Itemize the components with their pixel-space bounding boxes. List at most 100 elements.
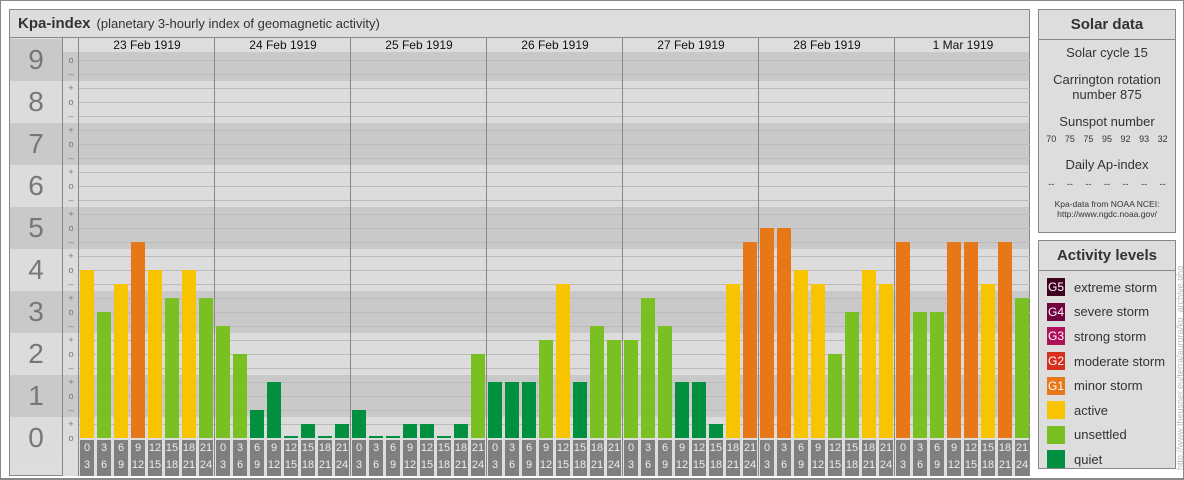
hour-label: 0 [627, 442, 635, 454]
hour-label: 6 [797, 442, 805, 454]
hour-label: 3 [916, 442, 924, 454]
y-tick-label: 3 [28, 296, 44, 327]
hour-interval-label: 69 [386, 440, 400, 476]
value: 92 [1120, 134, 1131, 144]
hour-label: 9 [406, 442, 414, 454]
value: -- [1066, 179, 1073, 189]
hour-label: 24 [199, 459, 213, 471]
hour-label: 3 [780, 442, 788, 454]
hour-label: 12 [692, 442, 706, 454]
source-link[interactable]: http://www.ngdc.noaa.gov/ [1039, 209, 1175, 219]
hour-label: 21 [335, 442, 349, 454]
third-mark: – [68, 111, 74, 121]
y-tick-label: 1 [28, 380, 44, 411]
hour-label: 21 [607, 442, 621, 454]
title-main: Kpa-index [18, 15, 91, 32]
gridline [78, 270, 1030, 271]
third-mark: – [68, 69, 74, 79]
ap-label: Daily Ap-index [1065, 157, 1149, 172]
kp-bar [573, 382, 587, 438]
hour-interval-label: 36 [505, 440, 519, 476]
day-divider [758, 38, 759, 476]
kp-bar [80, 270, 94, 438]
hour-interval-label: 18 21 [590, 440, 604, 476]
hour-interval-label: 69 [114, 440, 128, 476]
kp-bar [556, 283, 570, 438]
hour-label: 3 [899, 459, 907, 471]
hour-label: 9 [117, 459, 125, 471]
hour-label: 0 [355, 442, 363, 454]
hour-interval-label: 03 [488, 440, 502, 476]
hour-label: 12 [556, 442, 570, 454]
hour-label: 6 [644, 459, 652, 471]
hour-label: 6 [780, 459, 788, 471]
hour-interval-label: 12 15 [148, 440, 162, 476]
hour-label: 15 [284, 459, 298, 471]
kp-bar [930, 312, 944, 438]
kp-bar [301, 424, 315, 438]
legend-item-strong-storm: G3 strong storm [1039, 324, 1175, 349]
solar-data-panel: Solar data Solar cycle 15 Carrington rot… [1038, 9, 1176, 233]
legend-swatch: G1 [1047, 376, 1065, 395]
kp-bar [675, 382, 689, 438]
date-label: 23 Feb 1919 [113, 38, 181, 52]
hour-interval-label: 9 12 [267, 440, 281, 476]
hour-label: 15 [420, 459, 434, 471]
kp-bar [131, 241, 145, 438]
third-mark: o [68, 307, 74, 317]
hour-interval-label: 03 [760, 440, 774, 476]
third-mark: + [68, 167, 74, 177]
hour-interval-label: 21 24 [199, 440, 213, 476]
third-mark: – [68, 363, 74, 373]
hour-interval-label: 03 [624, 440, 638, 476]
hour-label: 21 [318, 459, 332, 471]
third-mark: o [68, 97, 74, 107]
y-tick-label: 0 [28, 422, 44, 453]
kp-bar [658, 325, 672, 438]
kp-bar [216, 325, 230, 438]
day-divider [350, 38, 351, 476]
hour-label: 24 [607, 459, 621, 471]
hour-label: 6 [236, 459, 244, 471]
sunspot-values: 70 75 75 95 92 93 32 [1039, 134, 1175, 144]
hour-label: 3 [83, 459, 91, 471]
third-mark: o [68, 391, 74, 401]
hour-label: 12 [284, 442, 298, 454]
y-tick-label: 9 [28, 44, 44, 75]
hour-interval-label: 9 12 [131, 440, 145, 476]
hour-interval-label: 15 18 [301, 440, 315, 476]
value: -- [1048, 179, 1055, 189]
third-mark: – [68, 321, 74, 331]
value: -- [1085, 179, 1092, 189]
hour-label: 15 [828, 459, 842, 471]
value: 95 [1101, 134, 1112, 144]
hour-interval-label: 69 [658, 440, 672, 476]
hour-interval-label: 18 21 [862, 440, 876, 476]
kp-bar [369, 436, 383, 438]
hour-label: 21 [1015, 442, 1029, 454]
gridline [78, 242, 1030, 243]
hour-interval-label: 21 24 [607, 440, 621, 476]
hour-label: 21 [454, 459, 468, 471]
legend-swatch: G3 [1047, 327, 1065, 346]
kp-bar [590, 325, 604, 438]
hour-label: 9 [389, 459, 397, 471]
kp-bar [318, 436, 332, 438]
kp-bar [794, 270, 808, 438]
activity-legend: G5 extreme storm G4 severe storm G3 strong st… [1039, 271, 1175, 472]
date-label: 25 Feb 1919 [385, 38, 453, 52]
kp-bar [743, 241, 757, 438]
hour-label: 3 [627, 459, 635, 471]
kp-bar [352, 409, 366, 438]
y-tick-label: 8 [28, 86, 44, 117]
hour-label: 18 [862, 442, 876, 454]
hour-interval-label: 18 21 [998, 440, 1012, 476]
third-mark: – [68, 195, 74, 205]
hour-interval-label: 9 12 [947, 440, 961, 476]
gridline [78, 186, 1030, 187]
kpa-chart: 0 1 2 3 4 5 6 7 8 9 o + – o + – o + – o + – o + – o + – o + – o + – o + – o 23… [10, 10, 1031, 477]
third-mark: + [68, 209, 74, 219]
value: -- [1159, 179, 1166, 189]
legend-label: unsettled [1074, 427, 1127, 443]
hour-label: 0 [491, 442, 499, 454]
